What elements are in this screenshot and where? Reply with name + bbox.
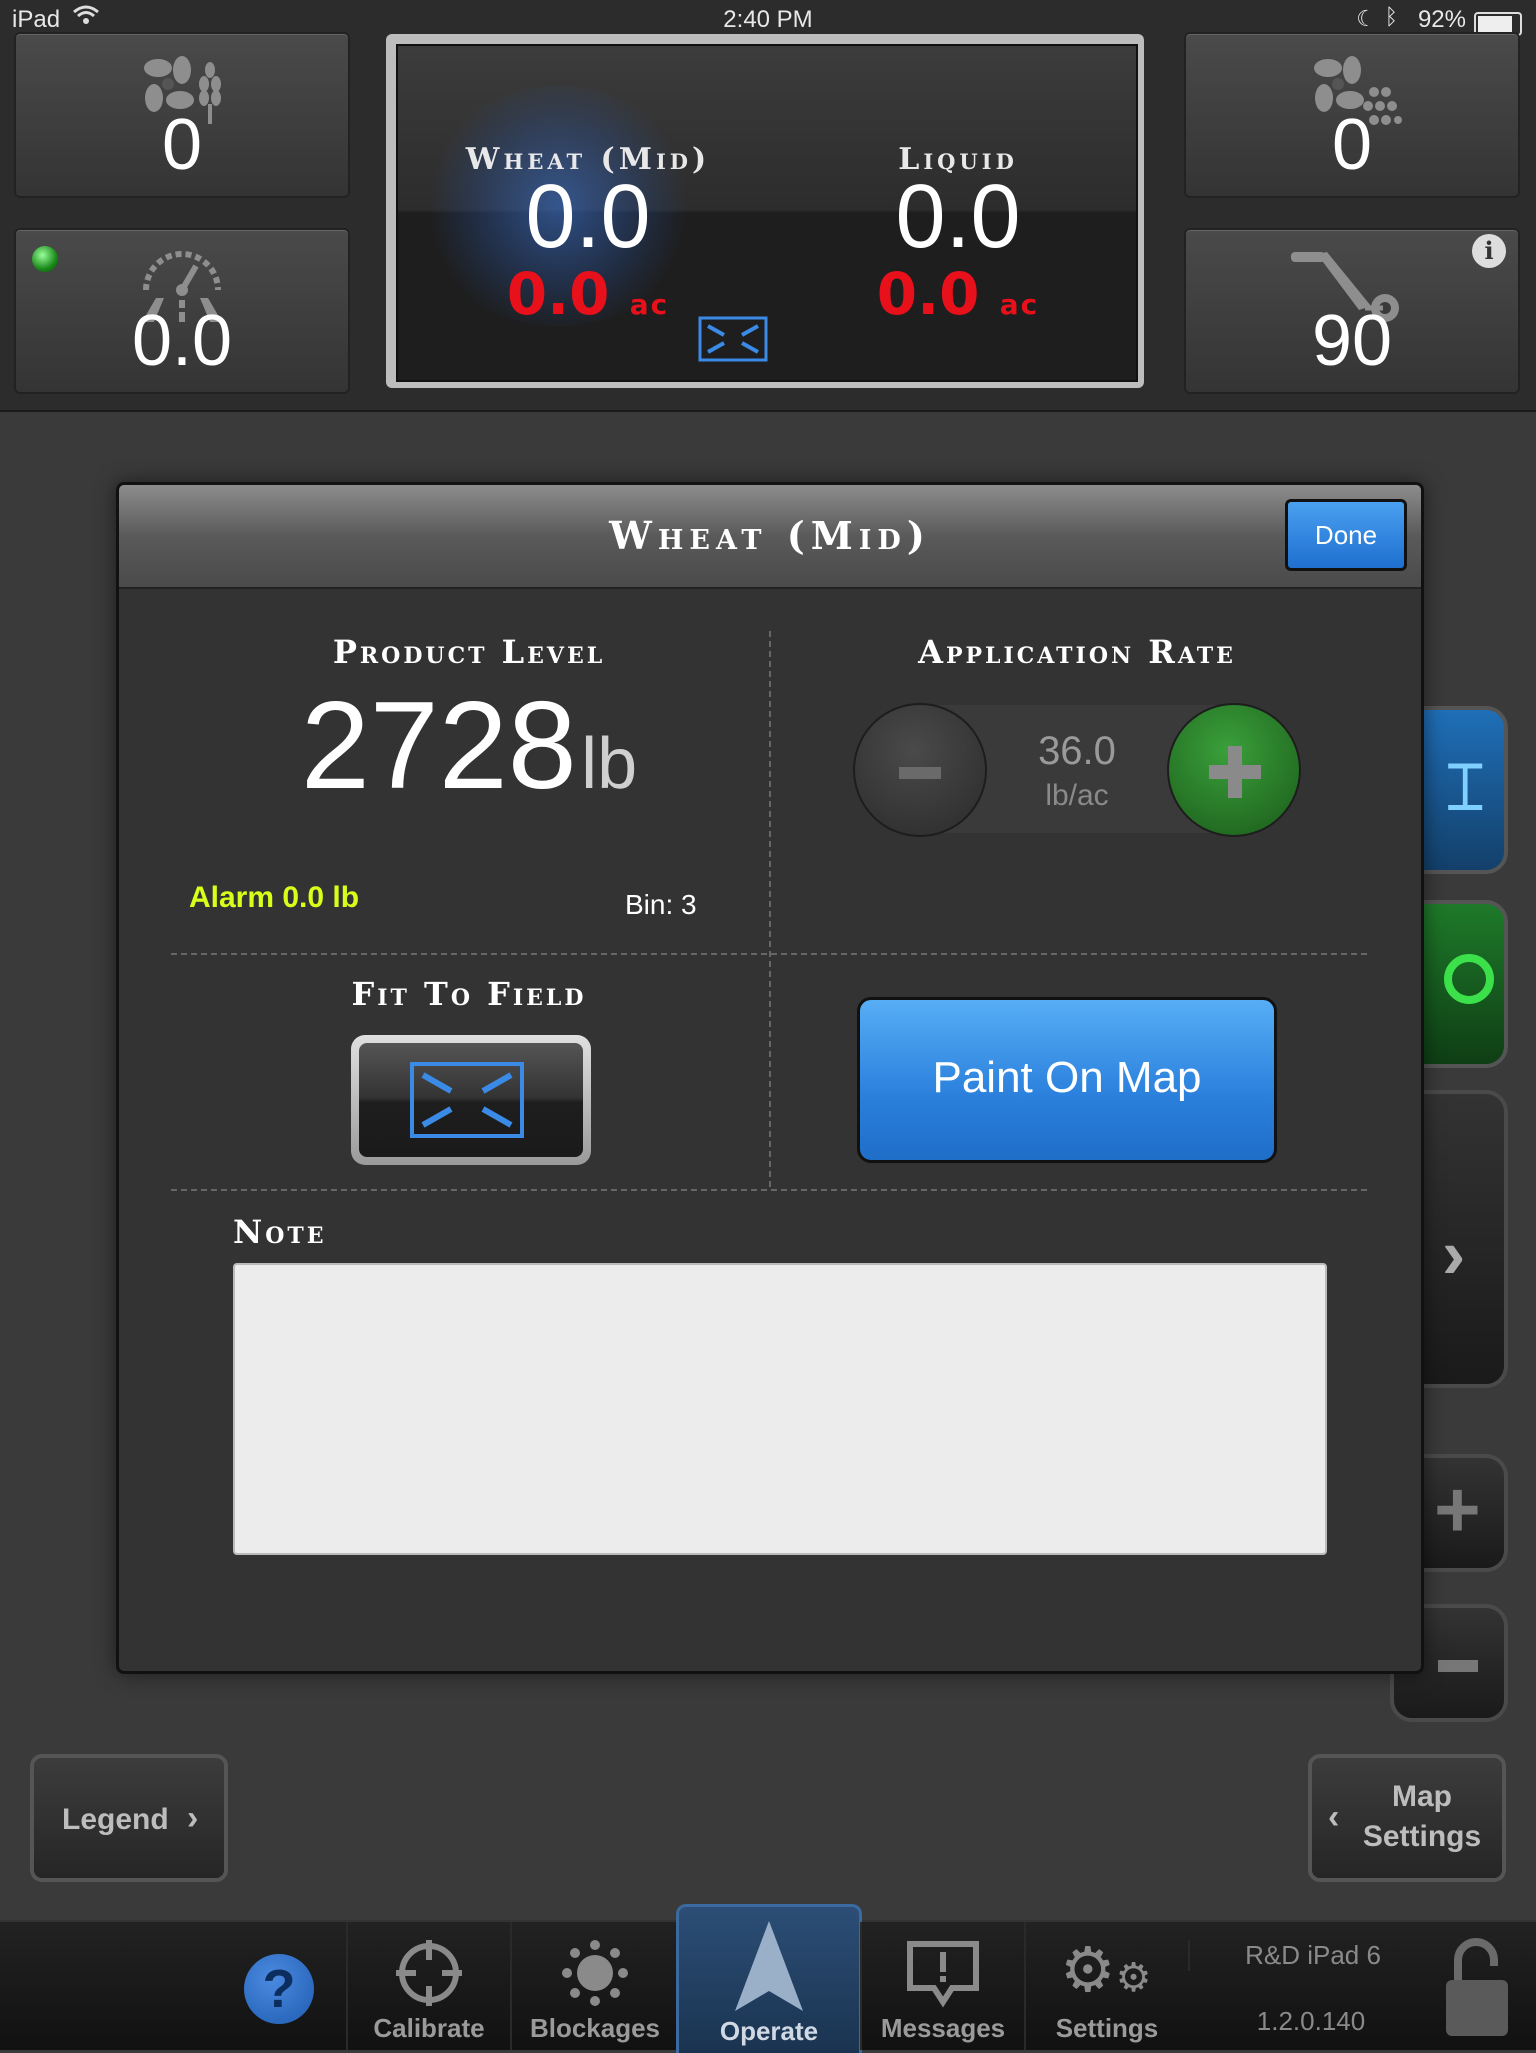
map-settings-button[interactable]: ‹ Map Settings (1308, 1754, 1506, 1882)
product-level-label: Product Level (332, 633, 606, 671)
tab-settings[interactable]: ⚙⚙ Settings (1024, 1922, 1188, 2050)
navigation-arrow-icon (733, 1921, 805, 2016)
done-button[interactable]: Done (1285, 499, 1407, 571)
moon-icon: ☾ (1356, 6, 1376, 31)
speed-tile[interactable]: 0.0 (14, 228, 350, 394)
tab-messages[interactable]: Messages (860, 1922, 1024, 2050)
rate-decrease-button[interactable] (853, 703, 987, 837)
gears-icon: ⚙⚙ (1060, 1936, 1152, 2005)
app-version: 1.2.0.140 (1256, 2006, 1366, 2036)
modal-header: Wheat (Mid) Done (119, 485, 1421, 589)
product-summary-display[interactable]: Wheat (Mid) 0.0 0.0 ac Liquid 0.0 0.0 ac (386, 34, 1144, 388)
seed-fan-tile[interactable]: 0 (14, 32, 350, 198)
fit-to-field-label: Fit To Field (351, 975, 587, 1013)
bluetooth-icon: ᛒ (1384, 4, 1398, 29)
implement-tile[interactable]: i 90 (1184, 228, 1520, 394)
product-value: 0.0 (895, 167, 1021, 267)
seed-fan-value: 0 (161, 105, 203, 185)
chevron-right-icon: › (187, 1799, 199, 1837)
divider (171, 1189, 1367, 1191)
clock: 2:40 PM (723, 6, 813, 33)
product-value: 0.0 (525, 167, 651, 267)
battery-percent: 92% (1417, 6, 1466, 33)
tab-calibrate[interactable]: Calibrate (346, 1922, 510, 2050)
tab-label: Messages (880, 2013, 1006, 2043)
alarm-level[interactable]: Alarm 0.0 lb (189, 881, 359, 915)
message-alert-icon (906, 1940, 980, 2013)
product-area-value: 0.0 (506, 260, 610, 328)
paint-on-map-button[interactable]: Paint On Map (857, 997, 1277, 1163)
tab-label: Blockages (529, 2013, 661, 2043)
help-button[interactable]: ? (244, 1954, 314, 2024)
map-view-icon: ⌶ (1446, 751, 1485, 823)
divider (171, 953, 1367, 955)
blockage-sun-icon (560, 1940, 630, 2011)
fit-to-field-button[interactable] (351, 1035, 591, 1165)
fertilizer-fan-tile[interactable]: 0 (1184, 32, 1520, 198)
product-area-value: 0.0 (876, 260, 980, 328)
fertilizer-fan-value: 0 (1331, 105, 1373, 185)
bin-number: Bin: 3 (625, 889, 697, 920)
tab-bar: ? Calibrate Blockages Operate Messages ⚙… (0, 1904, 1536, 2053)
coverage-icon (1444, 954, 1494, 1004)
tab-blockages[interactable]: Blockages (510, 1922, 678, 2050)
note-label: Note (233, 1213, 327, 1251)
fit-to-field-icon (409, 1061, 525, 1144)
application-rate-label: Application Rate (918, 633, 1236, 671)
speed-value: 0.0 (131, 301, 233, 381)
chevron-right-icon: › (1442, 1215, 1466, 1293)
map-settings-line2: Settings (1362, 1820, 1482, 1853)
plus-icon: + (1434, 1465, 1481, 1554)
legend-label: Legend (62, 1803, 169, 1836)
rate-increase-button[interactable] (1167, 703, 1301, 837)
chevron-left-icon: ‹ (1328, 1798, 1340, 1836)
lock-open-icon[interactable] (1442, 1936, 1512, 2045)
rate-unit: lb/ac (1045, 779, 1109, 812)
legend-button[interactable]: Legend › (30, 1754, 228, 1882)
modal-title: Wheat (Mid) (609, 513, 931, 558)
product-level-readout: 2728 lb (171, 675, 767, 817)
product-level-value: 2728 (300, 677, 577, 815)
top-panel: iPad 2:40 PM ☾ ᛒ 92% 0 0.0 Wheat (Mid) 0… (0, 0, 1536, 412)
product-area: 0.0 ac (788, 260, 1128, 328)
product-level-unit: lb (581, 724, 638, 804)
question-icon: ? (244, 1954, 314, 2024)
device-name: R&D iPad 6 (1188, 1940, 1436, 1971)
crosshair-icon (396, 1940, 462, 2011)
tab-label: Calibrate (373, 2013, 485, 2043)
tab-operate[interactable]: Operate (676, 1904, 862, 2053)
implement-value: 90 (1311, 301, 1393, 381)
tab-label: Operate (719, 2016, 819, 2046)
product-area-unit: ac (999, 288, 1040, 321)
info-icon[interactable]: i (1472, 234, 1506, 268)
note-textarea[interactable] (233, 1263, 1327, 1555)
product-detail-modal: Wheat (Mid) Done Product Level 2728 lb A… (116, 482, 1424, 1674)
tab-label: Settings (1055, 2013, 1159, 2043)
fit-to-field-icon[interactable] (698, 316, 768, 362)
divider (769, 631, 771, 1187)
rate-value[interactable]: 36.0 (987, 729, 1167, 774)
gps-status-led (32, 246, 58, 272)
product-area-unit: ac (629, 288, 670, 321)
map-settings-line1: Map (1392, 1780, 1452, 1813)
minus-icon (1438, 1660, 1478, 1672)
